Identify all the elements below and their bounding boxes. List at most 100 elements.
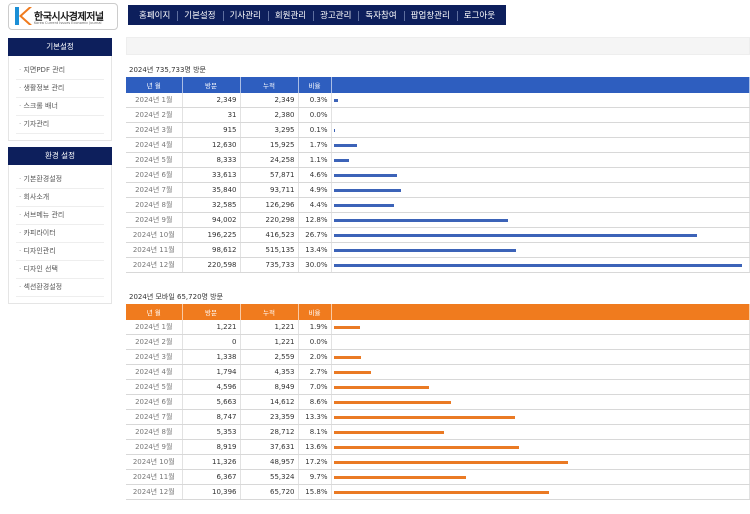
cell-total: 2,380 [240,107,299,123]
sidebar-section-title: 기본설정 [8,38,112,56]
cell-visits: 35,840 [182,182,241,198]
cell-month: 2024년 2월 [126,334,183,350]
cell-ratio: 1.7% [298,137,332,153]
cell-month: 2024년 1월 [126,320,183,335]
sidebar-item[interactable]: 생활정보 관리 [16,80,104,98]
sidebar-item[interactable]: 카피라이터 [16,225,104,243]
table-row: 2024년 8월 32,585 126,296 4.4% [126,197,750,213]
cell-ratio: 17.2% [298,454,332,470]
nav-item[interactable]: 회원관리 [267,9,313,21]
table-row: 2024년 7월 8,747 23,359 13.3% [126,409,750,425]
sidebar-item[interactable]: 서브메뉴 관리 [16,207,104,225]
main-content: 2024년 735,733명 방문 년 월 방문 누적 비율 2024년 1월 2,349 2… [126,37,750,500]
sidebar-item[interactable]: 스크롤 배너 [16,98,104,116]
column-header: 년 월 [126,77,183,93]
cell-visits: 5,353 [182,424,241,440]
top-info-bar [126,37,750,55]
nav-item[interactable]: 독자참여 [358,9,403,21]
cell-total: 48,957 [240,454,299,470]
logo-k-icon [15,7,32,25]
column-header: 년 월 [126,304,183,320]
sidebar-item[interactable]: 디자인 선택 [16,261,104,279]
table-row: 2024년 2월 0 1,221 0.0% [126,334,750,350]
cell-graph [331,320,750,335]
cell-graph [331,349,750,365]
cell-total: 15,925 [240,137,299,153]
ratio-bar [333,203,394,207]
cell-ratio: 8.1% [298,424,332,440]
cell-visits: 11,326 [182,454,241,470]
cell-month: 2024년 3월 [126,122,183,138]
table-row: 2024년 4월 1,794 4,353 2.7% [126,364,750,380]
ratio-bar [333,263,742,267]
cell-ratio: 13.6% [298,439,332,455]
table-row: 2024년 3월 1,338 2,559 2.0% [126,349,750,365]
nav-item[interactable]: 기본설정 [177,9,222,21]
cell-month: 2024년 9월 [126,212,183,228]
nav-item[interactable]: 광고관리 [313,9,358,21]
cell-graph [331,197,750,213]
column-header [331,304,750,320]
ratio-bar [333,355,361,359]
nav-item[interactable]: 로그아웃 [456,9,502,21]
column-header: 방문 [182,77,241,93]
sidebar-item[interactable]: 섹션환경설정 [16,279,104,297]
cell-month: 2024년 3월 [126,349,183,365]
nav-item[interactable]: 팝업창관리 [403,9,457,21]
cell-visits: 8,747 [182,409,241,425]
cell-visits: 8,919 [182,439,241,455]
cell-month: 2024년 1월 [126,93,183,108]
cell-visits: 8,333 [182,152,241,168]
cell-visits: 915 [182,122,241,138]
cell-visits: 32,585 [182,197,241,213]
cell-ratio: 4.4% [298,197,332,213]
sidebar-item[interactable]: 기자관리 [16,116,104,134]
table-row: 2024년 7월 35,840 93,711 4.9% [126,182,750,198]
cell-graph [331,182,750,198]
ratio-bar [333,188,401,192]
sidebar-item[interactable]: 지면PDF 관리 [16,62,104,80]
cell-visits: 94,002 [182,212,241,228]
cell-visits: 1,794 [182,364,241,380]
top-navigation: 홈페이지 기본설정 기사관리 회원관리 광고관리 독자참여 팝업창관리 로그아웃 [128,5,507,25]
cell-graph [331,152,750,168]
column-header [331,77,750,93]
cell-visits: 0 [182,334,241,350]
cell-ratio: 4.6% [298,167,332,183]
cell-ratio: 30.0% [298,257,332,273]
sidebar-section-title: 환경 설정 [8,147,112,165]
table-row: 2024년 6월 33,613 57,871 4.6% [126,167,750,183]
column-header: 비율 [298,304,332,320]
cell-month: 2024년 12월 [126,257,183,273]
ratio-bar [333,400,451,404]
ratio-bar [333,385,429,389]
site-logo[interactable]: 한국시사경제저널 Korea Current Issues Economic J… [8,3,118,30]
cell-total: 24,258 [240,152,299,168]
table-row: 2024년 1월 2,349 2,349 0.3% [126,93,750,108]
cell-total: 23,359 [240,409,299,425]
cell-total: 416,523 [240,227,299,243]
cell-graph [331,257,750,273]
cell-ratio: 2.0% [298,349,332,365]
table-header-row: 년 월 방문 누적 비율 [126,304,750,320]
ratio-bar [333,218,508,222]
cell-ratio: 9.7% [298,469,332,485]
cell-ratio: 4.9% [298,182,332,198]
cell-graph [331,484,750,500]
cell-total: 55,324 [240,469,299,485]
cell-graph [331,409,750,425]
ratio-bar [333,415,515,419]
nav-item[interactable]: 기사관리 [222,9,268,21]
ratio-bar [333,98,338,102]
table-row: 2024년 3월 915 3,295 0.1% [126,122,750,138]
table-row: 2024년 10월 11,326 48,957 17.2% [126,454,750,470]
sidebar-item[interactable]: 회사소개 [16,189,104,207]
stats-table: 년 월 방문 누적 비율 2024년 1월 2,349 2,349 0.3% 2024년 2월 3… [126,77,750,273]
cell-total: 4,353 [240,364,299,380]
ratio-bar [333,490,549,494]
cell-ratio: 0.3% [298,93,332,108]
cell-visits: 6,367 [182,469,241,485]
sidebar-item[interactable]: 디자인관리 [16,243,104,261]
nav-item[interactable]: 홈페이지 [132,9,177,21]
sidebar-item[interactable]: 기본환경설정 [16,171,104,189]
